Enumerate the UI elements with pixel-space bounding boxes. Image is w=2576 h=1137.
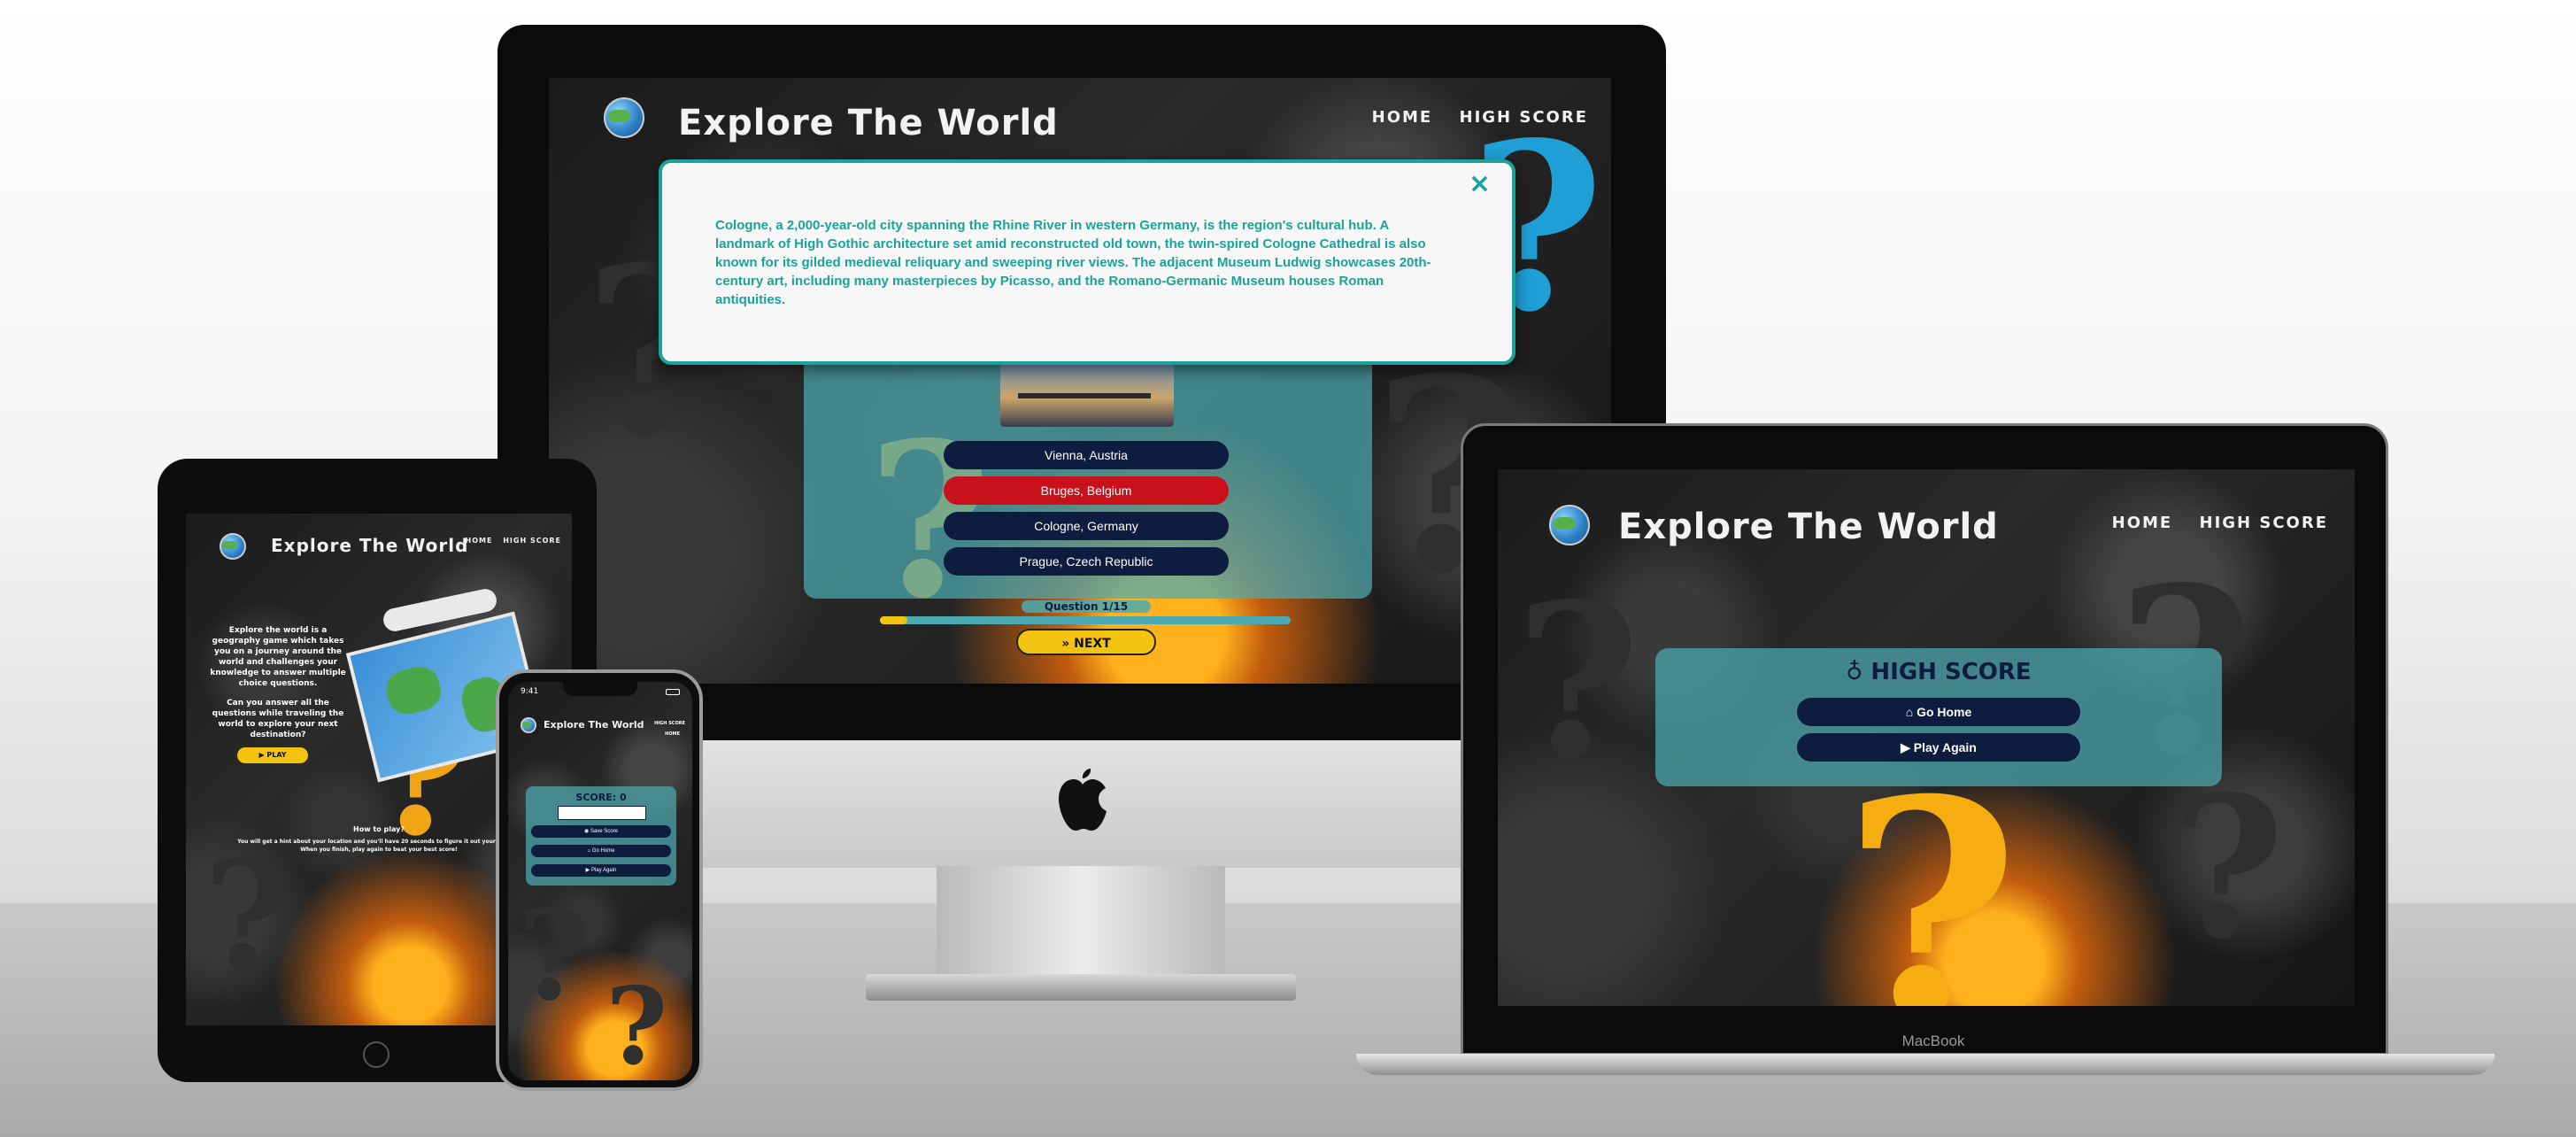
nav-home-link[interactable]: HOME bbox=[665, 731, 680, 737]
save-score-button[interactable]: ◉ Save Score bbox=[531, 825, 671, 838]
play-again-label: Play Again bbox=[590, 868, 617, 873]
status-bar-time: 9:41 bbox=[521, 687, 539, 696]
nav-high-score-link[interactable]: HIGH SCORE bbox=[503, 537, 561, 545]
imac-screen: ? ? ? ? Explore The World HOME HIGH SCOR… bbox=[549, 78, 1611, 684]
high-score-heading: ♁ HIGH SCORE bbox=[1655, 659, 2222, 685]
question-mark-art: ? bbox=[517, 884, 590, 1029]
answer-button-4[interactable]: Prague, Czech Republic bbox=[944, 547, 1229, 576]
site-logo-icon[interactable] bbox=[604, 97, 644, 138]
ipad-home-button bbox=[363, 1041, 389, 1068]
question-mark-art: ? bbox=[605, 964, 668, 1080]
macbook-brand: MacBook bbox=[1901, 1033, 1965, 1049]
go-home-button[interactable]: ⌂ Go Home bbox=[531, 845, 671, 857]
go-home-label: Go Home bbox=[1917, 705, 1972, 719]
question-counter: Question 1/15 bbox=[1022, 600, 1151, 613]
nav-home-link[interactable]: HOME bbox=[1372, 108, 1433, 127]
score-label: SCORE: 0 bbox=[575, 792, 627, 803]
play-button[interactable]: ▶ PLAY bbox=[237, 747, 308, 763]
question-mark-art-yellow: ? bbox=[1843, 735, 2020, 1007]
battery-icon bbox=[666, 689, 680, 695]
main-nav: HOME HIGH SCORE bbox=[459, 537, 562, 545]
location-image bbox=[1000, 363, 1174, 427]
close-icon[interactable]: × bbox=[1469, 168, 1491, 199]
medal-icon: ♁ bbox=[1846, 659, 1871, 685]
progress-track bbox=[880, 616, 1291, 624]
nav-high-score-link[interactable]: HIGH SCORE bbox=[1460, 108, 1589, 127]
how-to-text: You will get a hint about your location … bbox=[237, 839, 521, 853]
username-input[interactable] bbox=[558, 806, 646, 820]
imac-base bbox=[866, 974, 1296, 1001]
question-mark-art: ? bbox=[2171, 753, 2285, 982]
play-again-button[interactable]: ▶ Play Again bbox=[531, 864, 671, 877]
apple-logo-icon bbox=[1053, 769, 1110, 832]
imac-stand bbox=[937, 866, 1225, 978]
site-logo-icon[interactable] bbox=[521, 717, 536, 733]
intro-text: Explore the world is a geography game wh… bbox=[210, 626, 346, 688]
question-mark-art: ? bbox=[204, 828, 292, 1005]
location-description: Cologne, a 2,000-year-old city spanning … bbox=[715, 218, 1431, 307]
nav-home-link[interactable]: HOME bbox=[2112, 514, 2173, 532]
site-logo-icon[interactable] bbox=[220, 533, 246, 560]
answer-button-2-wrong[interactable]: Bruges, Belgium bbox=[944, 476, 1229, 505]
site-title[interactable]: Explore The World bbox=[1618, 507, 1999, 547]
next-button[interactable]: » NEXT bbox=[1016, 629, 1156, 655]
site-logo-icon[interactable] bbox=[1549, 505, 1590, 545]
go-home-button[interactable]: ⌂ Go Home bbox=[1797, 698, 2080, 726]
high-score-title: HIGH SCORE bbox=[1870, 659, 2032, 685]
save-icon: ◉ bbox=[584, 829, 590, 834]
macbook-screen: ? ? ? ? Explore The World HOME HIGH SCOR… bbox=[1498, 469, 2355, 1006]
info-modal: × Cologne, a 2,000-year-old city spannin… bbox=[659, 159, 1516, 365]
go-home-label: Go Home bbox=[591, 848, 615, 854]
site-title[interactable]: Explore The World bbox=[271, 535, 468, 556]
save-score-label: Save Score bbox=[590, 829, 618, 834]
nav-high-score-link[interactable]: HIGH SCORE bbox=[654, 721, 685, 726]
play-again-button[interactable]: ▶ Play Again bbox=[1797, 733, 2080, 762]
iphone-notch bbox=[563, 682, 637, 696]
intro-question: Can you answer all the questions while t… bbox=[212, 699, 344, 739]
macbook-base bbox=[1356, 1054, 2495, 1075]
play-again-label: Play Again bbox=[1913, 740, 1977, 754]
iphone-screen: ? ? 9:41 Explore The World HIGH SCORE HO… bbox=[508, 682, 692, 1080]
nav-home-link[interactable]: HOME bbox=[466, 537, 493, 545]
progress-fill bbox=[880, 616, 908, 624]
home-icon: ⌂ bbox=[1905, 705, 1917, 719]
site-title[interactable]: Explore The World bbox=[678, 103, 1059, 143]
play-icon: ▶ bbox=[1901, 740, 1914, 754]
answer-button-1[interactable]: Vienna, Austria bbox=[944, 441, 1229, 469]
main-nav: HOME HIGH SCORE bbox=[2093, 514, 2328, 532]
main-nav: HOME HIGH SCORE bbox=[1353, 108, 1588, 127]
nav-high-score-link[interactable]: HIGH SCORE bbox=[2200, 514, 2329, 532]
answer-button-3[interactable]: Cologne, Germany bbox=[944, 512, 1229, 540]
question-mark-art: ? bbox=[1516, 557, 1640, 807]
site-title[interactable]: Explore The World bbox=[544, 719, 644, 731]
